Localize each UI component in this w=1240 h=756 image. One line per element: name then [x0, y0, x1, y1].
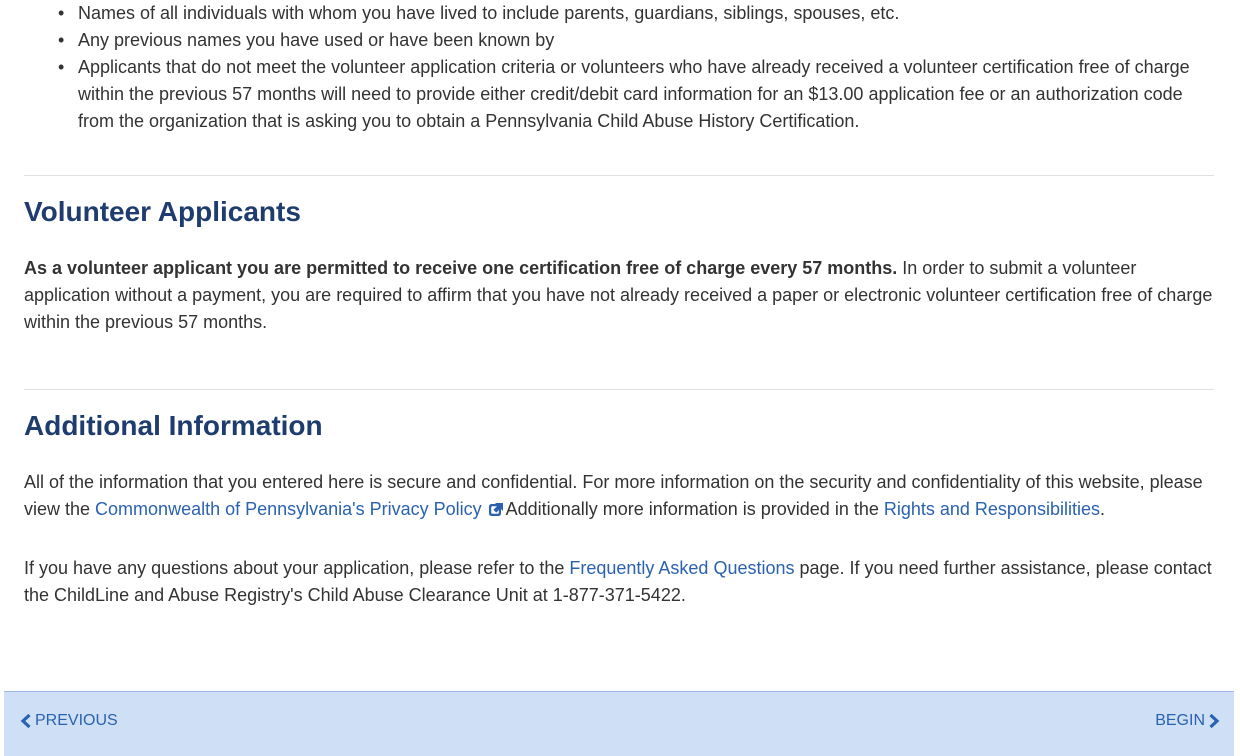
volunteer-section: Volunteer Applicants As a volunteer appl… [24, 195, 1214, 336]
main-content: Names of all individuals with whom you h… [24, 0, 1214, 609]
previous-button[interactable]: PREVIOUS [20, 712, 118, 730]
list-item: Applicants that do not meet the voluntee… [58, 54, 1214, 135]
privacy-policy-link[interactable]: Commonwealth of Pennsylvania's Privacy P… [95, 499, 482, 519]
help-paragraph: If you have any questions about your app… [24, 555, 1214, 609]
rights-text: Additionally more information is provide… [505, 499, 884, 519]
requirements-list: Names of all individuals with whom you h… [24, 0, 1214, 135]
external-link-icon[interactable] [488, 501, 504, 517]
privacy-end-text: . [1099, 499, 1105, 519]
previous-label: PREVIOUS [35, 712, 118, 729]
begin-button[interactable]: BEGIN [1155, 712, 1220, 730]
wizard-navigation-bar: PREVIOUS BEGIN [4, 691, 1234, 756]
volunteer-heading: Volunteer Applicants [24, 196, 301, 227]
additional-section: Additional Information All of the inform… [24, 409, 1214, 609]
chevron-right-icon [1209, 714, 1220, 728]
begin-label: BEGIN [1155, 712, 1205, 729]
list-item: Names of all individuals with whom you h… [58, 0, 1214, 27]
volunteer-paragraph: As a volunteer applicant you are permitt… [24, 255, 1214, 336]
rights-responsibilities-link[interactable]: Rights and Responsibilities [884, 499, 1100, 519]
volunteer-bold-text: As a volunteer applicant you are permitt… [24, 258, 898, 278]
help-text: If you have any questions about your app… [24, 558, 570, 578]
chevron-left-icon [20, 714, 31, 728]
section-divider [24, 389, 1214, 390]
additional-heading: Additional Information [24, 410, 323, 441]
privacy-paragraph: All of the information that you entered … [24, 469, 1214, 523]
section-divider [24, 175, 1214, 176]
list-item: Any previous names you have used or have… [58, 27, 1214, 54]
faq-link[interactable]: Frequently Asked Questions [569, 558, 794, 578]
